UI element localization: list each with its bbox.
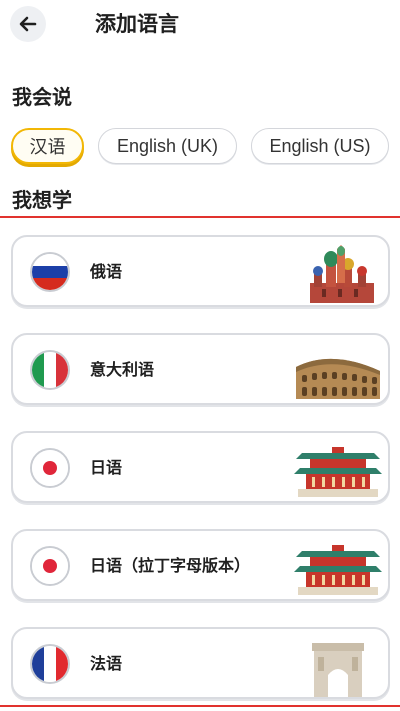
arrow-left-icon (19, 16, 37, 32)
language-card-italian[interactable]: 意大利语 (11, 333, 390, 405)
language-card-japanese[interactable]: 日语 (11, 431, 390, 503)
language-name: 俄语 (90, 262, 123, 281)
divider-top (0, 216, 400, 218)
colosseum-image (296, 358, 380, 399)
chip-chinese[interactable]: 汉语 (11, 128, 84, 164)
arc-de-triomphe-image (312, 643, 364, 697)
japan-flag-icon (30, 546, 70, 586)
language-name: 意大利语 (90, 360, 155, 379)
page-title: 添加语言 (95, 12, 179, 36)
language-card-russian[interactable]: 俄语 (11, 235, 390, 307)
chip-english-uk[interactable]: English (UK) (98, 128, 237, 164)
japan-flag-icon (30, 448, 70, 488)
divider-bottom (0, 705, 400, 707)
language-name: 日语（拉丁字母版本） (90, 556, 251, 575)
speak-language-chips: 汉语 English (UK) English (US) (0, 128, 400, 168)
chip-english-us[interactable]: English (US) (251, 128, 389, 164)
russia-flag-icon (30, 252, 70, 292)
italy-flag-icon (30, 350, 70, 390)
back-button[interactable] (10, 6, 46, 42)
header: 添加语言 (0, 0, 400, 48)
france-flag-icon (30, 644, 70, 684)
learn-section-title: 我想学 (12, 188, 72, 212)
st-basils-cathedral-image (310, 245, 374, 303)
language-card-japanese-romaji[interactable]: 日语（拉丁字母版本） (11, 529, 390, 601)
language-name: 日语 (90, 458, 123, 477)
speak-section-title: 我会说 (12, 85, 72, 109)
language-name: 法语 (90, 654, 123, 673)
japanese-temple-image (294, 447, 382, 497)
language-card-french[interactable]: 法语 (11, 627, 390, 699)
japanese-temple-image (294, 545, 382, 595)
